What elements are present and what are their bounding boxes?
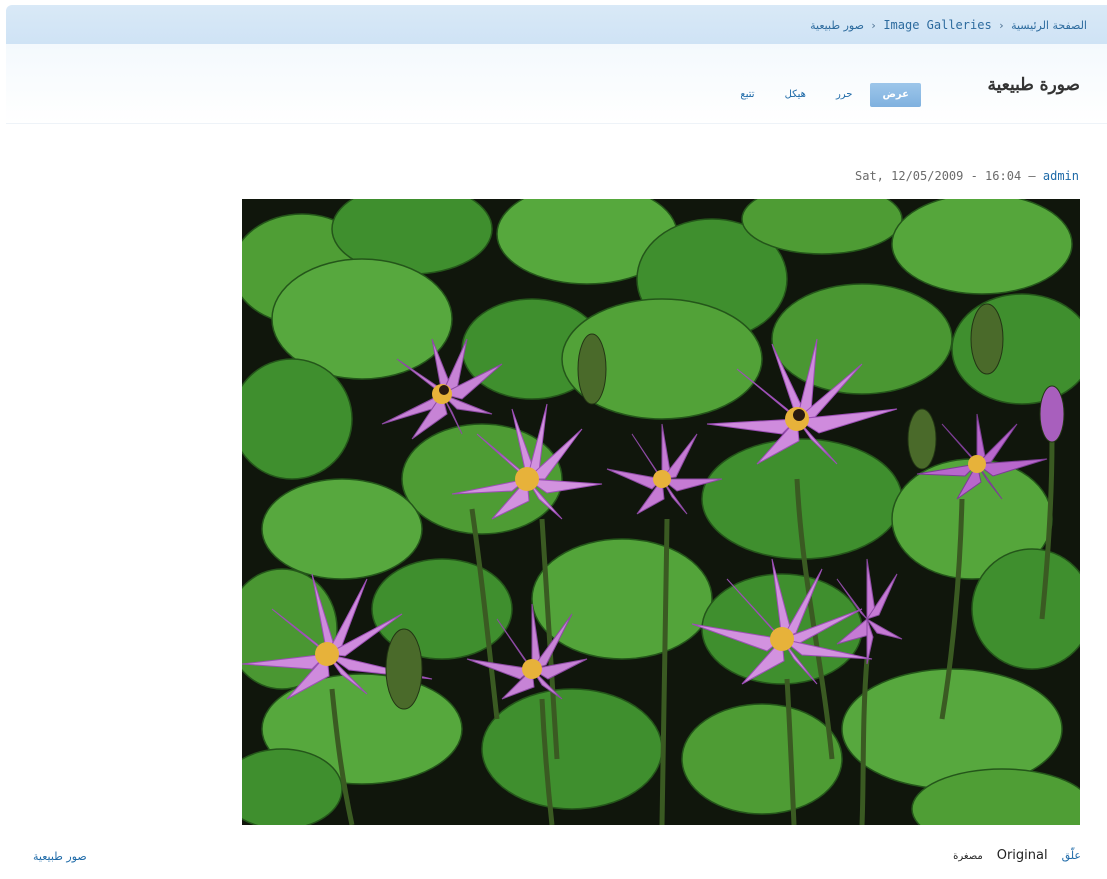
breadcrumb-home-link[interactable]: الصفحة الرئيسية <box>1011 19 1087 32</box>
comment-link[interactable]: علّق <box>1062 849 1081 862</box>
original-size-link[interactable]: Original <box>997 848 1048 863</box>
breadcrumb-galleries-link[interactable]: Image Galleries <box>883 18 991 32</box>
node-tabs: عرض حرر هيكل تتبع <box>722 83 921 107</box>
tab-edit[interactable]: حرر <box>824 84 865 106</box>
header-band <box>6 44 1107 124</box>
submitted-info: Sat, 12/05/2009 - 16:04 — admin <box>855 169 1079 183</box>
breadcrumb-bar: الصفحة الرئيسية ‹ Image Galleries ‹ صور … <box>6 5 1107 44</box>
post-datetime: Sat, 12/05/2009 - 16:04 <box>855 169 1022 183</box>
tab-track[interactable]: تتبع <box>728 84 766 106</box>
author-link[interactable]: admin <box>1043 169 1079 183</box>
tab-view[interactable]: عرض <box>870 83 921 107</box>
breadcrumb-separator: ‹ <box>999 19 1004 32</box>
breadcrumb: الصفحة الرئيسية ‹ Image Galleries ‹ صور … <box>810 18 1087 32</box>
main-image[interactable] <box>242 199 1080 825</box>
page-title: صورة طبيعية <box>987 75 1081 95</box>
water-lilies-photo <box>242 199 1080 825</box>
image-footer-links: علّق Original مصغرة <box>953 848 1081 863</box>
breadcrumb-current-link[interactable]: صور طبيعية <box>810 19 864 32</box>
tab-outline[interactable]: هيكل <box>773 84 818 106</box>
meta-dash: — <box>1028 169 1036 183</box>
thumbnail-size-link[interactable]: مصغرة <box>953 851 983 862</box>
breadcrumb-separator: ‹ <box>871 19 876 32</box>
gallery-link[interactable]: صور طبيعية <box>33 850 87 863</box>
